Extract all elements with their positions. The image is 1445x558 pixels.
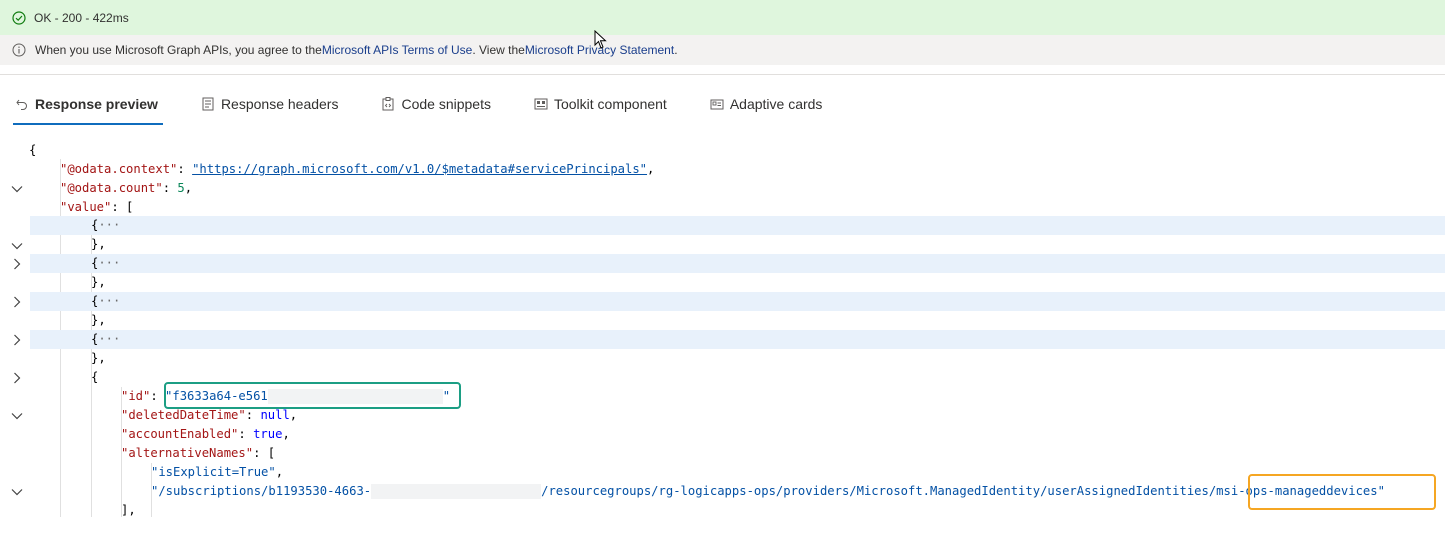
code-line: {··· <box>0 216 1445 269</box>
json-response-viewer[interactable]: { "@odata.context": "https://graph.micro… <box>0 140 1445 517</box>
code-line: "@odata.count": 5, <box>60 181 193 195</box>
info-icon <box>12 43 26 57</box>
code-line: }, <box>91 275 106 289</box>
tab-adaptive-cards[interactable]: Adaptive cards <box>695 85 823 123</box>
check-circle-icon <box>12 10 26 25</box>
tab-label: Adaptive cards <box>729 96 823 112</box>
divider <box>0 74 1445 75</box>
mouse-cursor-icon <box>594 30 607 49</box>
code-line: {··· <box>0 292 1445 345</box>
redacted-block <box>371 484 542 499</box>
status-bar: OK - 200 - 422ms <box>0 0 1445 35</box>
status-text: OK - 200 - 422ms <box>34 10 129 25</box>
code-line: "accountEnabled": true, <box>121 427 290 441</box>
code-line: ], <box>121 503 136 517</box>
clipboard-icon <box>381 97 395 111</box>
card-icon <box>710 97 724 111</box>
toolkit-icon <box>534 97 548 111</box>
code-line: {··· <box>0 254 1445 307</box>
code-line: "isExplicit=True", <box>151 465 284 479</box>
tab-toolkit-component[interactable]: Toolkit component <box>519 85 667 123</box>
code-line: "@odata.context": "https://graph.microso… <box>60 162 655 176</box>
response-tabs: Response preview Response headers Code s… <box>0 85 850 125</box>
highlight-identity-name-box <box>1248 474 1436 510</box>
code-line: }, <box>91 237 106 251</box>
code-line: "value": [ <box>0 198 1445 249</box>
code-line: "/subscriptions/b1193530-4663-/resourceg… <box>151 484 1385 499</box>
context-url: "https://graph.microsoft.com/v1.0/$metad… <box>192 162 648 176</box>
tab-response-headers[interactable]: Response headers <box>186 85 339 123</box>
tab-label: Response preview <box>35 96 158 112</box>
code-line: {··· <box>0 330 1445 383</box>
tab-label: Response headers <box>220 96 339 112</box>
highlight-id-box <box>164 382 461 409</box>
tab-label: Toolkit component <box>553 96 667 112</box>
info-prefix: When you use Microsoft Graph APIs, you a… <box>35 43 322 57</box>
tab-code-snippets[interactable]: Code snippets <box>366 85 491 123</box>
tab-label: Code snippets <box>401 96 491 112</box>
code-line: "alternativeNames": [ <box>0 444 1445 495</box>
code-line: }, <box>91 313 106 327</box>
document-icon <box>201 97 215 111</box>
info-middle: . View the <box>472 43 525 57</box>
code-line: }, <box>91 351 106 365</box>
code-line: { <box>0 141 1445 192</box>
tab-response-preview[interactable]: Response preview <box>0 85 163 125</box>
info-bar: When you use Microsoft Graph APIs, you a… <box>0 35 1445 65</box>
info-suffix: . <box>674 43 678 57</box>
terms-of-use-link[interactable]: Microsoft APIs Terms of Use <box>322 43 473 57</box>
undo-arrow-icon <box>15 97 29 111</box>
